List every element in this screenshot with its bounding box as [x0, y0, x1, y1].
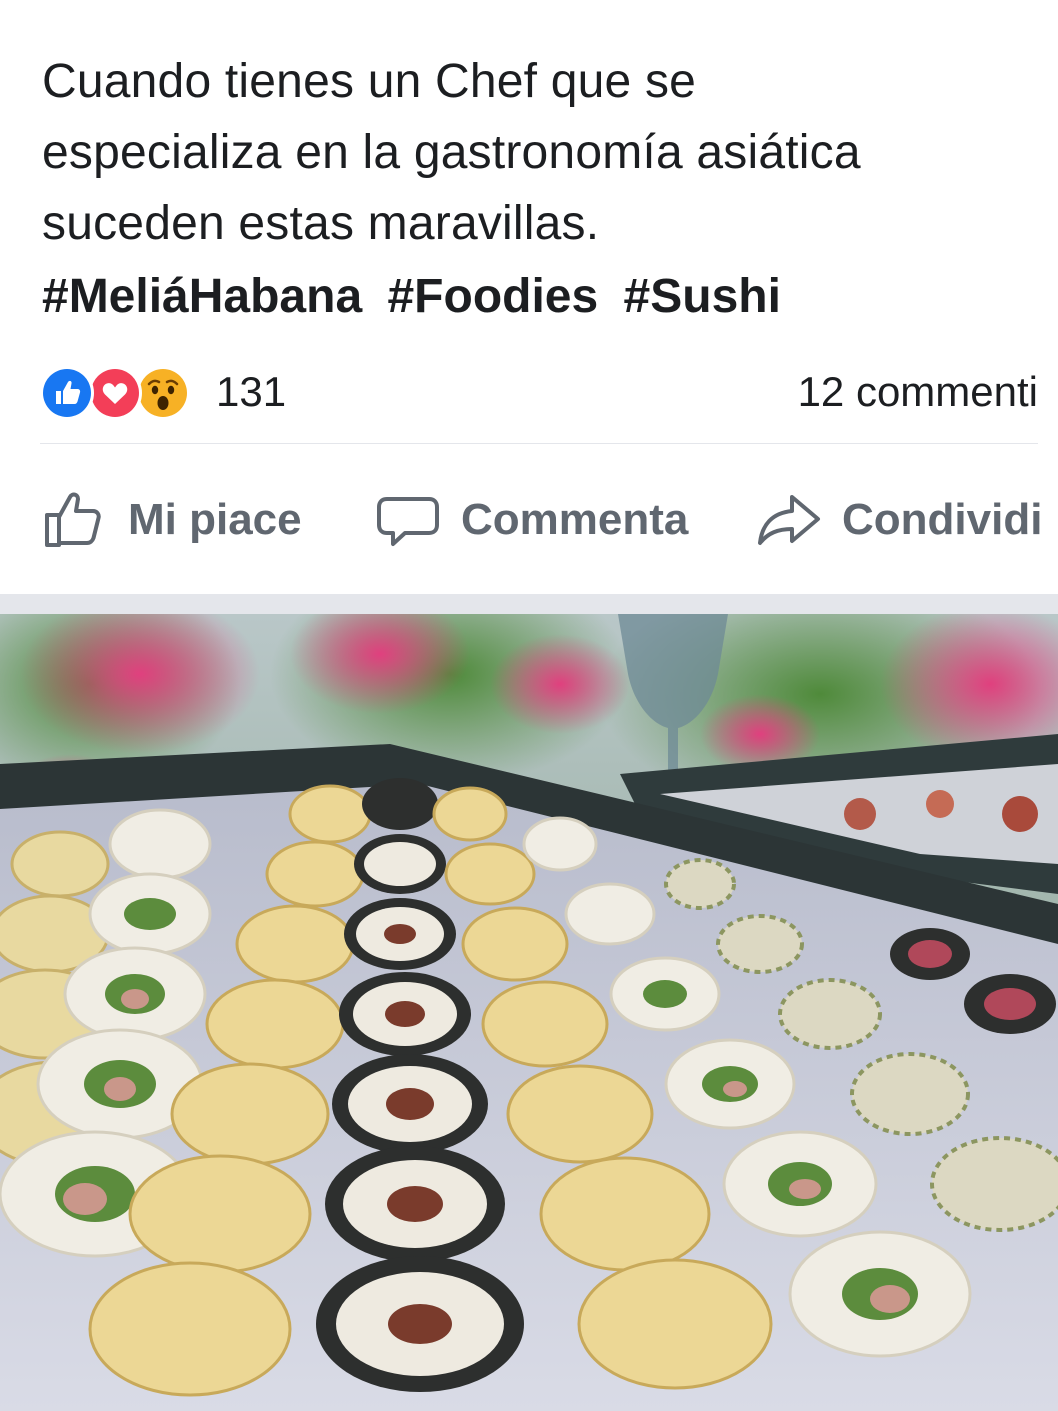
share-arrow-icon — [754, 485, 824, 555]
share-button[interactable]: Condividi — [754, 470, 1042, 570]
like-label: Mi piace — [128, 495, 302, 544]
reactions-summary: 131 12 commenti — [40, 362, 1038, 422]
post-text-line: suceden estas maravillas. — [42, 197, 600, 250]
reaction-icons[interactable] — [40, 366, 210, 420]
like-button[interactable]: Mi piace — [40, 470, 302, 570]
comment-button[interactable]: Commenta — [373, 470, 688, 570]
hashtag-link[interactable]: #Sushi — [624, 270, 781, 323]
photo-separator — [0, 594, 1058, 614]
reaction-count[interactable]: 131 — [216, 364, 286, 420]
thumbs-up-icon — [40, 485, 110, 555]
hashtags: #MeliáHabana #Foodies #Sushi — [42, 261, 793, 332]
hashtag-link[interactable]: #MeliáHabana — [42, 270, 362, 323]
share-label: Condividi — [842, 495, 1043, 544]
comments-count[interactable]: 12 commenti — [798, 364, 1038, 420]
hashtag-link[interactable]: #Foodies — [387, 270, 598, 323]
like-icon — [40, 366, 94, 420]
post-text-line: especializa en la gastronomía asiática — [42, 126, 861, 179]
post-text: Cuando tienes un Chef que se especializa… — [42, 46, 1032, 259]
post-actions: Mi piace Commenta Condividi — [0, 470, 1058, 570]
comment-label: Commenta — [461, 495, 689, 544]
post-text-line: Cuando tienes un Chef que se — [42, 55, 697, 108]
love-icon — [88, 366, 142, 420]
post-photo[interactable] — [0, 614, 1058, 1411]
wow-icon — [136, 366, 190, 420]
sushi-platter-photo — [0, 614, 1058, 1411]
divider — [40, 443, 1038, 444]
speech-bubble-icon — [373, 485, 443, 555]
